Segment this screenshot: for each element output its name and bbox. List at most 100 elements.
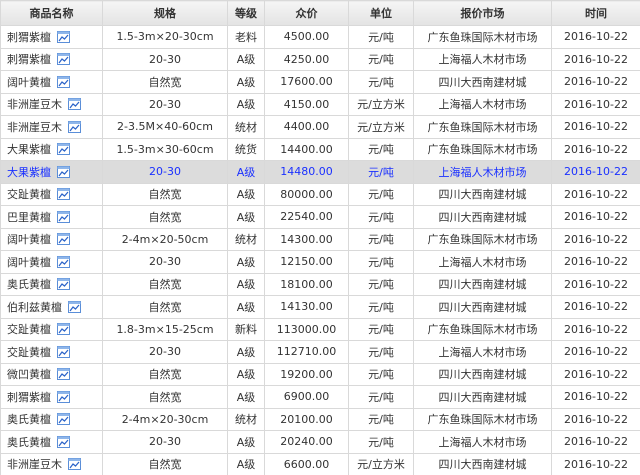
table-row[interactable]: 非洲崖豆木 2-3.5M×40-60cm 统材 4400.00 元/立方米 广东鱼珠国际木…	[0, 115, 640, 139]
table-row[interactable]: 非洲崖豆木 自然宽 A级 6600.00 元/立方米 四川大西南建材城 2016-10-22	[0, 452, 640, 475]
product-name-link[interactable]: 刺猬紫檀	[7, 389, 51, 405]
table-row[interactable]: 奥氏黄檀 自然宽 A级 18100.00 元/吨 四川大西南建材城 2016-10-22	[0, 272, 640, 296]
price-cell: 19200.00	[264, 362, 349, 386]
product-name-link[interactable]: 刺猬紫檀	[7, 51, 51, 67]
product-name-cell: 交趾黄檀	[0, 340, 103, 364]
date-cell: 2016-10-22	[551, 205, 640, 229]
table-row[interactable]: 大果紫檀 20-30 A级 14480.00 元/吨 上海福人木材市场 2016-10-22	[0, 160, 640, 184]
chart-icon[interactable]	[57, 345, 70, 358]
chart-icon[interactable]	[57, 323, 70, 336]
chart-icon[interactable]	[57, 75, 70, 88]
chart-icon[interactable]	[68, 98, 81, 111]
price-cell: 14400.00	[264, 137, 349, 161]
grade-cell: A级	[227, 272, 265, 296]
chart-icon[interactable]	[57, 165, 70, 178]
product-name-link[interactable]: 交趾黄檀	[7, 344, 51, 360]
chart-icon[interactable]	[57, 390, 70, 403]
table-row[interactable]: 大果紫檀 1.5-3m×30-60cm 统货 14400.00 元/吨 广东鱼珠国际木材市…	[0, 137, 640, 161]
unit-cell: 元/吨	[348, 317, 414, 341]
date-cell: 2016-10-22	[551, 362, 640, 386]
grade-cell: A级	[227, 362, 265, 386]
product-name-link[interactable]: 大果紫檀	[7, 164, 51, 180]
grade-cell: A级	[227, 385, 265, 409]
spec-cell: 2-4m×20-50cm	[102, 227, 228, 251]
table-row[interactable]: 奥氏黄檀 2-4m×20-30cm 统材 20100.00 元/吨 广东鱼珠国际木材市场 2…	[0, 407, 640, 431]
chart-icon[interactable]	[57, 188, 70, 201]
market-cell: 广东鱼珠国际木材市场	[413, 317, 552, 341]
chart-icon[interactable]	[57, 413, 70, 426]
table-row[interactable]: 阔叶黄檀 2-4m×20-50cm 统材 14300.00 元/吨 广东鱼珠国际木材市场 2…	[0, 227, 640, 251]
product-name-link[interactable]: 阔叶黄檀	[7, 231, 51, 247]
chart-icon[interactable]	[57, 233, 70, 246]
date-cell: 2016-10-22	[551, 430, 640, 454]
table-row[interactable]: 交趾黄檀 自然宽 A级 80000.00 元/吨 四川大西南建材城 2016-10-22	[0, 182, 640, 206]
product-name-link[interactable]: 微凹黄檀	[7, 366, 51, 382]
product-name-link[interactable]: 阔叶黄檀	[7, 74, 51, 90]
date-cell: 2016-10-22	[551, 452, 640, 475]
product-name-link[interactable]: 刺猬紫檀	[7, 29, 51, 45]
market-cell: 广东鱼珠国际木材市场	[413, 25, 552, 49]
product-name-cell: 阔叶黄檀	[0, 227, 103, 251]
table-row[interactable]: 交趾黄檀 20-30 A级 112710.00 元/吨 上海福人木材市场 2016-10-2…	[0, 340, 640, 364]
market-cell: 广东鱼珠国际木材市场	[413, 407, 552, 431]
price-table: 商品名称 规格 等级 众价 单位 报价市场 时间 刺猬紫檀 1.5-3m×20-3…	[0, 0, 640, 475]
spec-cell: 2-4m×20-30cm	[102, 407, 228, 431]
date-cell: 2016-10-22	[551, 160, 640, 184]
grade-cell: A级	[227, 92, 265, 116]
product-name-link[interactable]: 交趾黄檀	[7, 186, 51, 202]
product-name-link[interactable]: 奥氏黄檀	[7, 276, 51, 292]
chart-icon[interactable]	[57, 143, 70, 156]
unit-cell: 元/吨	[348, 340, 414, 364]
product-name-link[interactable]: 非洲崖豆木	[7, 119, 62, 135]
product-name-link[interactable]: 奥氏黄檀	[7, 411, 51, 427]
chart-icon[interactable]	[57, 435, 70, 448]
table-row[interactable]: 阔叶黄檀 自然宽 A级 17600.00 元/吨 四川大西南建材城 2016-10-22	[0, 70, 640, 94]
spec-cell: 自然宽	[102, 362, 228, 386]
date-cell: 2016-10-22	[551, 385, 640, 409]
chart-icon[interactable]	[57, 255, 70, 268]
table-row[interactable]: 巴里黄檀 自然宽 A级 22540.00 元/吨 四川大西南建材城 2016-10-22	[0, 205, 640, 229]
grade-cell: A级	[227, 182, 265, 206]
product-name-link[interactable]: 非洲崖豆木	[7, 96, 62, 112]
product-name-link[interactable]: 非洲崖豆木	[7, 456, 62, 472]
table-row[interactable]: 交趾黄檀 1.8-3m×15-25cm 新料 113000.00 元/吨 广东鱼珠国际木材…	[0, 317, 640, 341]
chart-icon[interactable]	[57, 30, 70, 43]
product-name-link[interactable]: 交趾黄檀	[7, 321, 51, 337]
table-row[interactable]: 伯利兹黄檀 自然宽 A级 14130.00 元/吨 四川大西南建材城 2016-10-22	[0, 295, 640, 319]
product-name-link[interactable]: 巴里黄檀	[7, 209, 51, 225]
unit-cell: 元/立方米	[348, 452, 414, 475]
unit-cell: 元/吨	[348, 430, 414, 454]
market-cell: 广东鱼珠国际木材市场	[413, 115, 552, 139]
price-cell: 4150.00	[264, 92, 349, 116]
product-name-cell: 阔叶黄檀	[0, 250, 103, 274]
table-row[interactable]: 非洲崖豆木 20-30 A级 4150.00 元/立方米 上海福人木材市场 2016-10-…	[0, 92, 640, 116]
chart-icon[interactable]	[57, 210, 70, 223]
chart-icon[interactable]	[68, 458, 81, 471]
chart-icon[interactable]	[68, 300, 81, 313]
market-cell: 上海福人木材市场	[413, 250, 552, 274]
product-name-link[interactable]: 大果紫檀	[7, 141, 51, 157]
date-cell: 2016-10-22	[551, 250, 640, 274]
product-name-link[interactable]: 伯利兹黄檀	[7, 299, 62, 315]
chart-icon[interactable]	[57, 53, 70, 66]
market-cell: 广东鱼珠国际木材市场	[413, 137, 552, 161]
unit-cell: 元/吨	[348, 182, 414, 206]
product-name-link[interactable]: 奥氏黄檀	[7, 434, 51, 450]
chart-icon[interactable]	[68, 120, 81, 133]
date-cell: 2016-10-22	[551, 227, 640, 251]
table-row[interactable]: 刺猬紫檀 自然宽 A级 6900.00 元/吨 四川大西南建材城 2016-10-22	[0, 385, 640, 409]
table-row[interactable]: 奥氏黄檀 20-30 A级 20240.00 元/吨 上海福人木材市场 2016-10-22	[0, 430, 640, 454]
grade-cell: A级	[227, 340, 265, 364]
date-cell: 2016-10-22	[551, 137, 640, 161]
product-name-cell: 奥氏黄檀	[0, 272, 103, 296]
chart-icon[interactable]	[57, 368, 70, 381]
table-row[interactable]: 刺猬紫檀 1.5-3m×20-30cm 老料 4500.00 元/吨 广东鱼珠国际木材市场…	[0, 25, 640, 49]
market-cell: 四川大西南建材城	[413, 295, 552, 319]
product-name-link[interactable]: 阔叶黄檀	[7, 254, 51, 270]
table-row[interactable]: 阔叶黄檀 20-30 A级 12150.00 元/吨 上海福人木材市场 2016-10-22	[0, 250, 640, 274]
chart-icon[interactable]	[57, 278, 70, 291]
table-row[interactable]: 微凹黄檀 自然宽 A级 19200.00 元/吨 四川大西南建材城 2016-10-22	[0, 362, 640, 386]
price-cell: 20100.00	[264, 407, 349, 431]
table-row[interactable]: 刺猬紫檀 20-30 A级 4250.00 元/吨 上海福人木材市场 2016-10-22	[0, 47, 640, 71]
header-price: 众价	[264, 0, 349, 26]
